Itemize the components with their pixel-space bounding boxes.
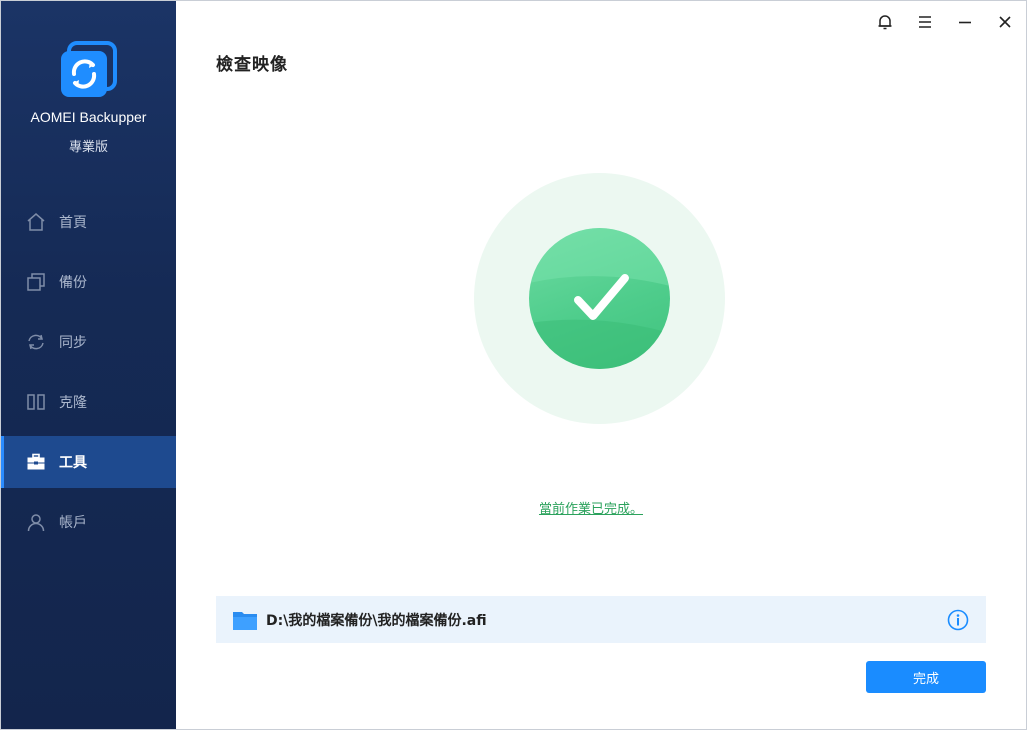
menu-button[interactable]: [912, 9, 938, 35]
backup-icon: [25, 271, 47, 293]
done-button[interactable]: 完成: [866, 661, 986, 693]
info-icon[interactable]: [947, 609, 969, 631]
sync-icon: [25, 331, 47, 353]
app-window: AOMEI Backupper 專業版 首頁 備份 同步 克隆 工具 帳戶 檢查…: [0, 0, 1027, 730]
sidebar: AOMEI Backupper 專業版 首頁 備份 同步 克隆 工具 帳戶: [1, 1, 176, 729]
sidebar-item-tools[interactable]: 工具: [1, 436, 176, 488]
folder-icon: [233, 611, 257, 630]
sidebar-item-label: 首頁: [59, 215, 87, 231]
image-file-bar: D:\我的檔案備份\我的檔案備份.afi: [216, 596, 986, 643]
sidebar-item-label: 同步: [59, 335, 87, 351]
brand: AOMEI Backupper 專業版: [1, 1, 176, 171]
notifications-button[interactable]: [872, 9, 898, 35]
clone-icon: [25, 391, 47, 413]
status-link[interactable]: 當前作業已完成。: [1, 498, 1026, 517]
close-button[interactable]: [992, 9, 1018, 35]
close-icon: [999, 16, 1011, 28]
image-file-path: D:\我的檔案備份\我的檔案備份.afi: [266, 612, 487, 629]
sidebar-item-label: 工具: [59, 455, 87, 471]
menu-icon: [919, 16, 931, 28]
sidebar-item-backup[interactable]: 備份: [1, 256, 176, 308]
sidebar-item-clone[interactable]: 克隆: [1, 376, 176, 428]
toolbox-icon: [25, 451, 47, 473]
sidebar-item-sync[interactable]: 同步: [1, 316, 176, 368]
app-name: AOMEI Backupper: [30, 109, 147, 125]
success-check-icon: [529, 228, 670, 369]
app-edition: 專業版: [68, 140, 108, 155]
bell-icon: [878, 15, 892, 30]
home-icon: [25, 211, 47, 233]
sidebar-item-label: 克隆: [59, 395, 87, 411]
sidebar-item-label: 備份: [59, 275, 87, 291]
app-logo-icon: [61, 41, 117, 97]
minimize-icon: [959, 21, 971, 24]
sidebar-item-home[interactable]: 首頁: [1, 196, 176, 248]
page-title: 檢查映像: [216, 55, 288, 75]
minimize-button[interactable]: [952, 9, 978, 35]
